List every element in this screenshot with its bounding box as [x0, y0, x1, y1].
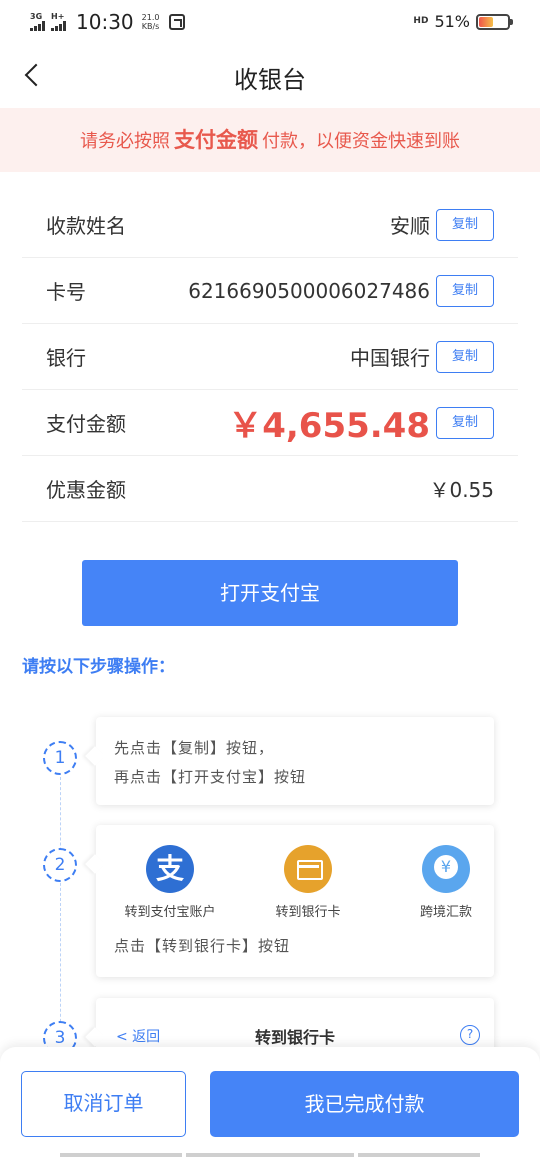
amount-row: 支付金额 ￥4,655.48 复制	[22, 390, 518, 456]
step-1-line-1: 先点击【复制】按钮，	[114, 739, 275, 757]
bottom-action-bar: 取消订单 我已完成付款	[0, 1047, 540, 1158]
status-right: HD 51%	[413, 12, 513, 31]
payee-name-value: 安顺	[390, 214, 430, 238]
option-remit: 跨境汇款	[386, 845, 506, 920]
step-1-line-2: 再点击【打开支付宝】按钮	[114, 768, 307, 786]
network-speed: 21.0 KB/s	[142, 13, 160, 31]
card-number-value: 6216690500006027486	[188, 278, 430, 303]
payment-notice: 请务必按照 支付金额 付款，以便资金快速到账	[0, 108, 540, 172]
step-3-title: 转到银行卡	[254, 1028, 335, 1047]
nav-gesture-bar	[60, 1153, 182, 1157]
option-alipay-account: 支 转到支付宝账户	[110, 845, 230, 920]
option-label: 转到银行卡	[275, 905, 341, 920]
bank-value: 中国银行	[350, 346, 430, 370]
card-number-row: 卡号 6216690500006027486 复制	[22, 258, 518, 324]
battery-percent: 51%	[434, 12, 470, 31]
nav-bar: 收银台	[0, 44, 540, 108]
copy-card-button[interactable]: 复制	[436, 275, 494, 307]
network-type-2: H+	[51, 12, 65, 21]
step-card-1: 先点击【复制】按钮， 再点击【打开支付宝】按钮	[96, 717, 494, 805]
payee-name-label: 收款姓名	[46, 214, 126, 238]
steps-connector	[60, 772, 61, 1042]
signal-2: H+	[51, 13, 66, 31]
step-number-1: 1	[43, 741, 77, 775]
help-icon: ?	[460, 1025, 480, 1045]
option-label: 跨境汇款	[419, 905, 472, 920]
steps-title: 请按以下步骤操作：	[22, 657, 175, 677]
status-left: 3G H+ 10:30 21.0 KB/s	[30, 10, 186, 34]
payee-info-list: 收款姓名 安顺 复制 卡号 6216690500006027486 复制 银行 …	[22, 192, 518, 522]
step-card-2: 支 转到支付宝账户 转到银行卡 跨境汇款 点击【转到银行卡】按钮	[96, 825, 494, 977]
copy-name-button[interactable]: 复制	[436, 209, 494, 241]
step-number-2: 2	[43, 848, 77, 882]
amount-value: ￥4,655.48	[228, 406, 430, 446]
bank-label: 银行	[46, 346, 86, 370]
cancel-order-button[interactable]: 取消订单	[21, 1071, 186, 1137]
option-bank-card: 转到银行卡	[248, 845, 368, 920]
speed-value: 21.0	[141, 13, 160, 22]
payment-done-button[interactable]: 我已完成付款	[210, 1071, 519, 1137]
battery-icon	[476, 13, 513, 30]
transfer-options: 支 转到支付宝账户 转到银行卡 跨境汇款	[96, 845, 494, 935]
alipay-icon: 支	[146, 845, 194, 893]
speed-unit: KB/s	[141, 22, 160, 31]
discount-label: 优惠金额	[46, 478, 126, 502]
option-label: 转到支付宝账户	[124, 905, 216, 920]
bank-card-icon	[284, 845, 332, 893]
network-type-1: 3G	[30, 12, 43, 21]
signal-bars-icon	[51, 21, 66, 31]
bank-row: 银行 中国银行 复制	[22, 324, 518, 390]
page-title: 收银台	[234, 66, 306, 94]
hd-voice-icon: HD	[413, 16, 429, 26]
nav-gesture-bar	[186, 1153, 354, 1157]
clock: 10:30	[76, 10, 134, 34]
open-alipay-button[interactable]: 打开支付宝	[82, 560, 458, 626]
notice-suffix: 付款，以便资金快速到账	[262, 131, 460, 152]
payee-name-row: 收款姓名 安顺 复制	[22, 192, 518, 258]
card-number-label: 卡号	[46, 280, 86, 304]
notice-prefix: 请务必按照	[80, 131, 170, 152]
copy-bank-button[interactable]: 复制	[436, 341, 494, 373]
screenshot-icon	[169, 14, 186, 30]
step-2-line: 点击【转到银行卡】按钮	[114, 937, 291, 955]
signal-1: 3G	[30, 13, 45, 31]
nav-gesture-bar	[358, 1153, 480, 1157]
notice-highlight: 支付金额	[174, 128, 258, 152]
status-bar: 3G H+ 10:30 21.0 KB/s HD 51%	[0, 0, 540, 44]
remit-icon	[422, 845, 470, 893]
discount-row: 优惠金额 ￥0.55	[22, 456, 518, 522]
signal-bars-icon	[30, 21, 45, 31]
battery-level	[479, 16, 494, 27]
copy-amount-button[interactable]: 复制	[436, 407, 494, 439]
discount-value: ￥0.55	[429, 478, 494, 502]
amount-label: 支付金额	[46, 412, 126, 436]
